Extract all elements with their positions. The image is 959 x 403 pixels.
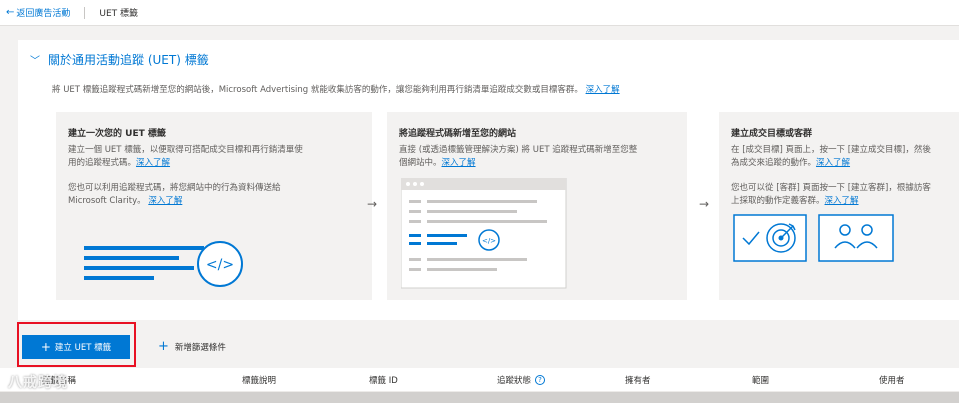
create-uet-tag-button[interactable]: + 建立 UET 標籤 — [22, 335, 130, 359]
back-to-campaigns-link[interactable]: ← 返回廣告活動 — [6, 6, 70, 19]
card-text-line: Microsoft Clarity。 — [68, 196, 146, 206]
breadcrumb-current: UET 標籤 — [99, 9, 139, 19]
learn-more-link[interactable]: 深入了解 — [442, 158, 476, 168]
card-text-line: 在 [成交目標] 頁面上，按一下 [建立成交目標]，然後 — [731, 145, 931, 155]
card-text-line: 個網站中。 — [399, 158, 442, 168]
website-code-illustration: </> — [401, 178, 567, 289]
step-card-create-tag: 建立一次您的 UET 標籤 建立一個 UET 標籤，以便取得可搭配成交目標和再行… — [56, 112, 372, 300]
column-label: 追蹤狀態 — [497, 376, 532, 386]
card-text-line: 用的追蹤程式碼。 — [68, 158, 137, 168]
table-body-edge — [0, 392, 959, 403]
top-bar: ← 返回廣告活動 UET 標籤 — [0, 0, 959, 26]
back-link-label: 返回廣告活動 — [16, 9, 71, 19]
card-title: 將追蹤程式碼新增至您的網站 — [399, 129, 517, 139]
column-header-tag-id[interactable]: 標籤 ID — [369, 374, 398, 386]
card-text-line: 直接 (或透過標籤管理解決方案) 將 UET 追蹤程式碼新增至您整 — [399, 145, 638, 155]
intro-learn-more-link[interactable]: 深入了解 — [586, 85, 620, 95]
card-text-line: 上採取的動作定義客群。 — [731, 196, 825, 206]
create-button-label: 建立 UET 標籤 — [54, 343, 112, 353]
card-text: 建立一個 UET 標籤，以便取得可搭配成交目標和再行銷清單使 用的追蹤程式碼。深… — [68, 144, 303, 170]
card-text-line: 您也可以利用追蹤程式碼，將您網站中的行為資料傳送給 — [68, 183, 281, 193]
watermark: 八戒跨境 — [8, 375, 68, 391]
table-header: 標籤名稱 標籤說明 標籤 ID 追蹤狀態? 擁有者 範圍 使用者 — [0, 368, 959, 392]
intro-body: 將 UET 標籤追蹤程式碼新增至您的網站後，Microsoft Advertis… — [52, 85, 583, 95]
column-label: 標籤說明 — [242, 376, 277, 386]
add-filter-button[interactable]: + 新增篩選條件 — [158, 340, 226, 353]
divider — [84, 6, 86, 19]
column-header-scope[interactable]: 範圍 — [752, 374, 769, 386]
card-title: 建立一次您的 UET 標籤 — [68, 129, 166, 139]
learn-more-link[interactable]: 深入了解 — [136, 158, 170, 168]
command-bar: + 建立 UET 標籤 + 新增篩選條件 — [0, 322, 959, 368]
arrow-right-icon: → — [699, 197, 710, 211]
about-uet-panel: ﹀ 關於通用活動追蹤 (UET) 標籤 將 UET 標籤追蹤程式碼新增至您的網站… — [18, 40, 959, 320]
target-audience-illustration — [733, 214, 894, 262]
card-text: 直接 (或透過標籤管理解決方案) 將 UET 追蹤程式碼新增至您整 個網站中。深… — [399, 144, 637, 170]
step-card-create-goal: 建立成交目標或客群 在 [成交目標] 頁面上，按一下 [建立成交目標]，然後 為… — [719, 112, 959, 300]
card-title: 建立成交目標或客群 — [731, 129, 813, 139]
section-title: 關於通用活動追蹤 (UET) 標籤 — [48, 53, 209, 67]
plus-icon: + — [158, 339, 169, 354]
svg-text:</>: </> — [482, 237, 496, 245]
info-icon[interactable]: ? — [535, 375, 546, 385]
section-toggle[interactable]: ﹀ 關於通用活動追蹤 (UET) 標籤 — [30, 51, 209, 68]
column-label: 範圍 — [752, 376, 770, 386]
arrow-right-icon: → — [367, 197, 378, 211]
column-header-tracking-status[interactable]: 追蹤狀態? — [497, 374, 546, 386]
column-header-owner[interactable]: 擁有者 — [625, 374, 651, 386]
learn-more-link[interactable]: 深入了解 — [148, 196, 182, 206]
column-label: 擁有者 — [625, 376, 651, 386]
code-tag-illustration: </> — [84, 241, 243, 287]
column-header-tag-description[interactable]: 標籤說明 — [242, 374, 276, 386]
arrow-left-icon: ← — [6, 7, 15, 18]
learn-more-link[interactable]: 深入了解 — [816, 158, 850, 168]
intro-text: 將 UET 標籤追蹤程式碼新增至您的網站後，Microsoft Advertis… — [52, 83, 620, 95]
plus-icon: + — [40, 340, 51, 354]
card-text: 在 [成交目標] 頁面上，按一下 [建立成交目標]，然後 為成交來追蹤的動作。深… — [731, 144, 931, 170]
step-card-add-code: 將追蹤程式碼新增至您的網站 直接 (或透過標籤管理解決方案) 將 UET 追蹤程… — [387, 112, 687, 300]
card-text-line: 建立一個 UET 標籤，以便取得可搭配成交目標和再行銷清單使 — [68, 145, 303, 155]
svg-text:</>: </> — [206, 257, 234, 273]
column-label: 使用者 — [879, 376, 905, 386]
filter-button-label: 新增篩選條件 — [174, 342, 226, 353]
card-text: 您也可以從 [客群] 頁面按一下 [建立客群]，根據訪客 上採取的動作定義客群。… — [731, 182, 931, 208]
column-header-user[interactable]: 使用者 — [879, 374, 905, 386]
card-text-line: 為成交來追蹤的動作。 — [731, 158, 817, 168]
column-label: 標籤 ID — [369, 376, 398, 386]
chevron-down-icon: ﹀ — [30, 56, 40, 67]
card-text-line: 您也可以從 [客群] 頁面按一下 [建立客群]，根據訪客 — [731, 183, 931, 193]
card-text: 您也可以利用追蹤程式碼，將您網站中的行為資料傳送給 Microsoft Clar… — [68, 182, 281, 208]
learn-more-link[interactable]: 深入了解 — [825, 196, 859, 206]
